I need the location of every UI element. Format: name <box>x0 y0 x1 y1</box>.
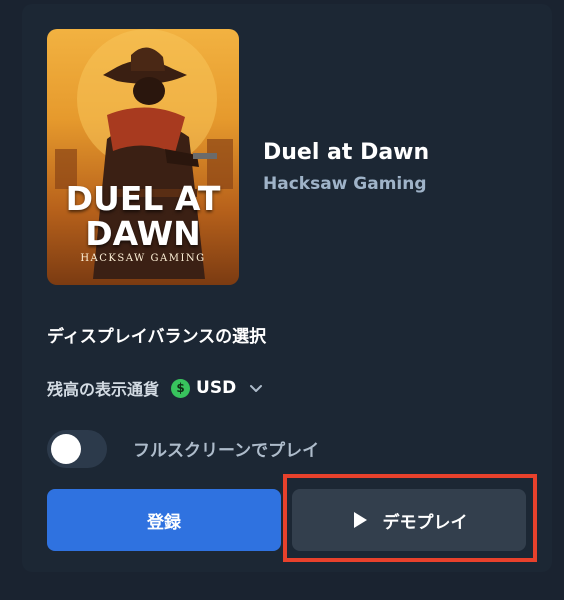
dollar-coin-icon: $ <box>171 378 191 398</box>
game-cover-image[interactable]: DUEL AT DAWN HACKSAW GAMING <box>47 29 239 285</box>
register-button[interactable]: 登録 <box>47 489 281 551</box>
cover-title-line1: DUEL AT <box>65 179 221 218</box>
game-title: Duel at Dawn <box>263 140 430 165</box>
cover-studio-name: HACKSAW GAMING <box>80 253 206 264</box>
fullscreen-toggle[interactable] <box>47 430 107 468</box>
play-icon <box>353 512 367 528</box>
toggle-knob <box>51 434 81 464</box>
currency-label: 残高の表示通貨 <box>47 380 160 399</box>
register-button-label: 登録 <box>147 512 181 533</box>
game-panel: DUEL AT DAWN HACKSAW GAMING Duel at Dawn… <box>22 4 552 572</box>
currency-value[interactable]: USD <box>196 378 236 398</box>
game-provider[interactable]: Hacksaw Gaming <box>263 174 427 194</box>
currency-selector[interactable]: 残高の表示通貨 $ USD <box>47 376 264 400</box>
chevron-down-icon[interactable] <box>248 380 264 396</box>
demo-play-button[interactable]: デモプレイ <box>292 489 526 551</box>
cover-title-line2: DAWN <box>85 214 201 253</box>
balance-section-label: ディスプレイバランスの選択 <box>47 327 267 347</box>
demo-play-button-label: デモプレイ <box>382 512 468 533</box>
fullscreen-toggle-label: フルスクリーンでプレイ <box>133 441 320 461</box>
